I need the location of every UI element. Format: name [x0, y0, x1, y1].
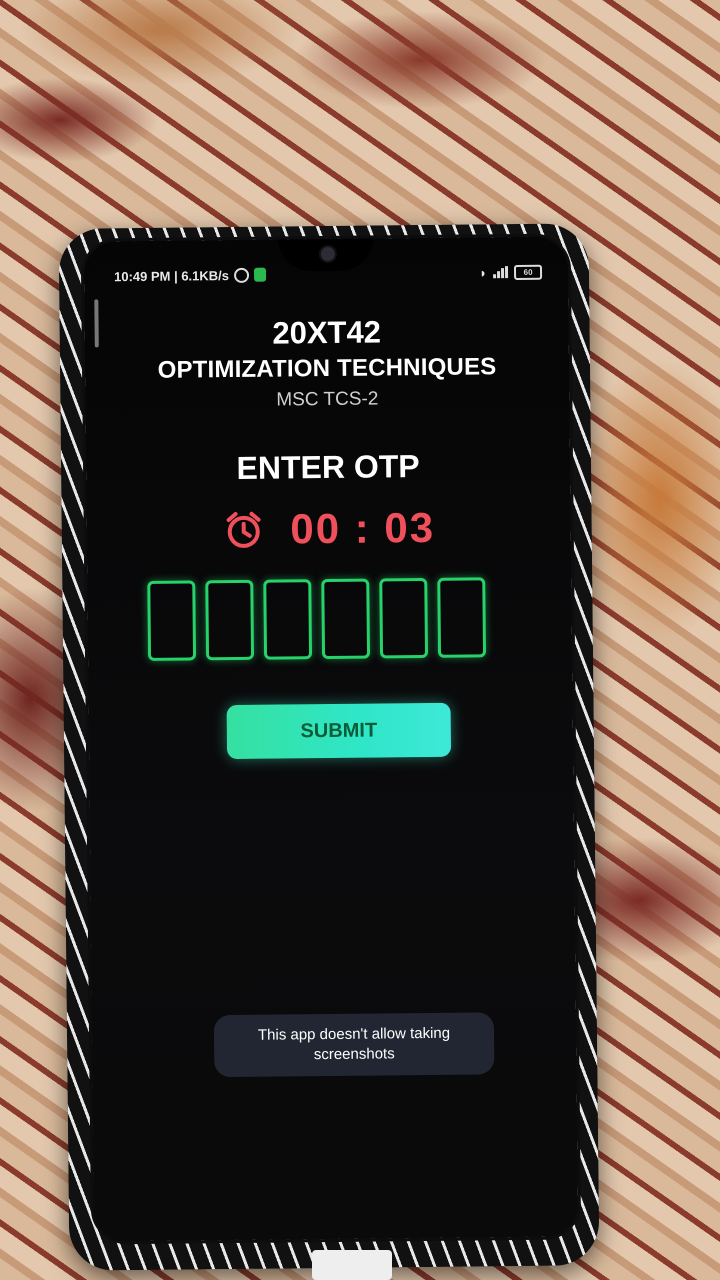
- front-camera-icon: [318, 244, 337, 264]
- phone-device: 10:49 PM | 6.1KB/s ◗ 60 20XT42 OPTIMIZAT…: [58, 223, 600, 1271]
- otp-digit-4[interactable]: [321, 578, 371, 660]
- app-notification-icon: [253, 267, 267, 282]
- status-time: 10:49 PM | 6.1KB/s: [113, 267, 230, 284]
- timer-value: 00 : 03: [290, 503, 436, 553]
- status-bar: 10:49 PM | 6.1KB/s ◗ 60: [113, 261, 543, 287]
- battery-level: 60: [523, 267, 533, 277]
- submit-button[interactable]: SUBMIT: [226, 702, 452, 760]
- program-label: MSC TCS-2: [276, 388, 379, 411]
- otp-digit-3[interactable]: [263, 579, 313, 660]
- otp-input-group: [147, 577, 487, 661]
- battery-icon: 60: [513, 264, 543, 280]
- phone-screen: 10:49 PM | 6.1KB/s ◗ 60 20XT42 OPTIMIZAT…: [80, 233, 582, 1245]
- signal-icon: [493, 266, 509, 279]
- course-code: 20XT42: [272, 314, 382, 351]
- otp-heading: ENTER OTP: [236, 448, 420, 486]
- course-title: OPTIMIZATION TECHNIQUES: [157, 353, 497, 384]
- wifi-icon: ◗: [479, 264, 488, 280]
- otp-digit-5[interactable]: [379, 577, 429, 659]
- usb-cable: [312, 1250, 392, 1280]
- otp-digit-1[interactable]: [147, 580, 197, 661]
- alarm-clock-icon: [226, 511, 261, 548]
- otp-digit-6[interactable]: [437, 577, 487, 658]
- screenshot-warning-toast: This app doesn't allow taking screenshot…: [213, 1012, 495, 1078]
- countdown-timer: 00 : 03: [86, 502, 570, 555]
- otp-digit-2[interactable]: [205, 579, 255, 661]
- alarm-status-icon: [233, 267, 250, 283]
- toast-message: This app doesn't allow taking screenshot…: [257, 1024, 451, 1064]
